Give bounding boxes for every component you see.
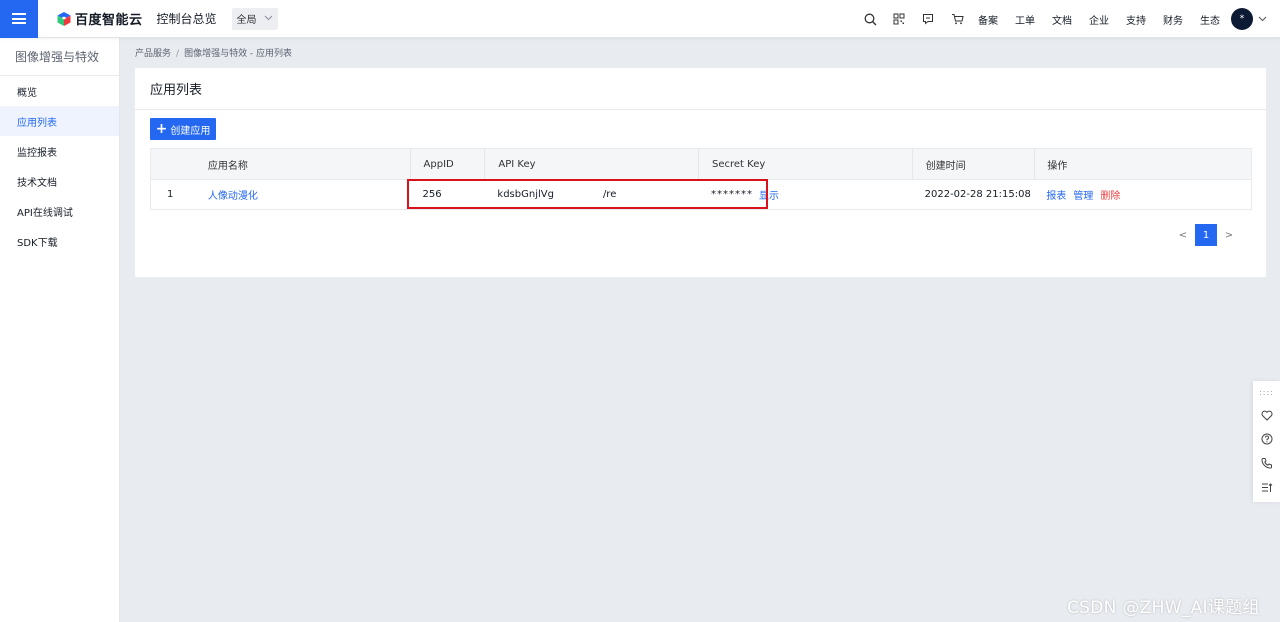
nav-link-ecosystem[interactable]: 生态 [1200, 12, 1220, 27]
nav-link-finance[interactable]: 财务 [1163, 12, 1183, 27]
report-link[interactable]: 报表 [1046, 187, 1066, 202]
next-page-button[interactable]: > [1219, 230, 1239, 241]
nav-link-filing[interactable]: 备案 [978, 12, 998, 27]
page-number-button[interactable]: 1 [1195, 224, 1217, 246]
breadcrumb: 产品服务 / 图像增强与特效 - 应用列表 [135, 46, 292, 59]
delete-link[interactable]: 删除 [1100, 187, 1120, 202]
sidebar: 图像增强与特效 概览 应用列表 监控报表 技术文档 API在线调试 SDK下载 [0, 38, 120, 622]
secret-key-mask: ******* [711, 189, 754, 200]
row-index: 1 [167, 189, 174, 200]
region-value: 全局 [236, 15, 257, 26]
cloud-logo-icon [56, 11, 72, 27]
phone-icon[interactable] [1253, 451, 1280, 475]
app-name-link[interactable]: 人像动漫化 [208, 187, 258, 202]
sidebar-item-overview[interactable]: 概览 [0, 76, 119, 106]
floating-toolbar: :::: [1253, 381, 1280, 502]
api-key-suffix: /re [602, 189, 617, 200]
row-actions: 报表 管理 删除 [1034, 180, 1251, 209]
menu-icon [12, 13, 26, 24]
drag-handle-icon[interactable]: :::: [1259, 381, 1274, 403]
sidebar-item-app-list[interactable]: 应用列表 [0, 106, 119, 136]
created-time-value: 2022-02-28 21:15:08 [924, 189, 1031, 200]
pagination: < 1 > [1173, 224, 1239, 246]
sidebar-item-tech-docs[interactable]: 技术文档 [0, 166, 119, 196]
search-icon[interactable] [862, 11, 878, 27]
col-header-api-key: API Key [484, 149, 698, 179]
message-icon[interactable] [920, 11, 936, 27]
brand-name: 百度智能云 [75, 13, 143, 28]
region-select[interactable]: 全局 [231, 7, 278, 30]
col-header-created: 创建时间 [911, 149, 1035, 179]
app-id-value: 256 [422, 189, 442, 200]
watermark: CSDN @ZHW_AI课题组 [1067, 598, 1260, 618]
sidebar-item-monitoring[interactable]: 监控报表 [0, 136, 119, 166]
top-right-toolbar: 备案 工单 文档 企业 支持 财务 生态 * [862, 0, 1280, 38]
show-secret-link[interactable]: 显示 [759, 187, 779, 202]
sidebar-title: 图像增强与特效 [0, 38, 119, 76]
sidebar-item-sdk-download[interactable]: SDK下载 [0, 226, 119, 256]
table-header-row: 应用名称 AppID API Key Secret Key 创建时间 操作 [151, 149, 1251, 179]
qr-code-icon[interactable] [891, 11, 907, 27]
col-header-app-name: 应用名称 [207, 160, 248, 172]
nav-link-docs[interactable]: 文档 [1052, 12, 1072, 27]
api-key-prefix: kdsbGnjlVg [497, 189, 554, 200]
chevron-down-icon [264, 13, 273, 24]
avatar[interactable]: * [1231, 8, 1253, 30]
nav-link-ticket[interactable]: 工单 [1015, 12, 1035, 27]
api-key-value: kdsbGnjlVg /re [484, 180, 698, 209]
back-to-top-icon[interactable] [1253, 475, 1280, 499]
sidebar-item-api-debug[interactable]: API在线调试 [0, 196, 119, 226]
hamburger-menu-button[interactable] [0, 0, 38, 38]
console-overview-link[interactable]: 控制台总览 [157, 10, 217, 27]
create-app-label: 创建应用 [170, 125, 211, 137]
breadcrumb-current: 图像增强与特效 - 应用列表 [184, 49, 293, 59]
col-header-index [151, 149, 208, 179]
plus-icon: + [155, 121, 168, 137]
create-app-button[interactable]: + 创建应用 [150, 118, 216, 140]
manage-link[interactable]: 管理 [1073, 187, 1093, 202]
col-header-actions: 操作 [1034, 149, 1251, 179]
app-table: 应用名称 AppID API Key Secret Key 创建时间 操作 1 … [150, 148, 1252, 210]
prev-page-button[interactable]: < [1173, 230, 1193, 241]
breadcrumb-parent[interactable]: 产品服务 [135, 49, 171, 59]
nav-link-enterprise[interactable]: 企业 [1089, 12, 1109, 27]
table-row: 1 人像动漫化 256 kdsbGnjlVg /re ******* 显示 20… [151, 179, 1251, 209]
breadcrumb-separator: / [176, 49, 180, 59]
nav-link-support[interactable]: 支持 [1126, 12, 1146, 27]
chevron-down-icon[interactable] [1258, 14, 1267, 25]
page-title: 应用列表 [135, 68, 1266, 110]
help-icon[interactable] [1253, 427, 1280, 451]
heart-icon[interactable] [1253, 403, 1280, 427]
secret-key-value: ******* 显示 [698, 180, 912, 209]
col-header-appid: AppID [409, 149, 485, 179]
top-navbar: 百度智能云 控制台总览 全局 备案 工单 文档 企业 支持 财务 生态 * [0, 0, 1280, 38]
col-header-secret-key: Secret Key [698, 149, 912, 179]
cart-icon[interactable] [949, 11, 965, 27]
app-list-card: 应用列表 + 创建应用 应用名称 AppID API Key Secret Ke… [135, 68, 1266, 277]
brand-logo[interactable]: 百度智能云 [56, 9, 143, 28]
